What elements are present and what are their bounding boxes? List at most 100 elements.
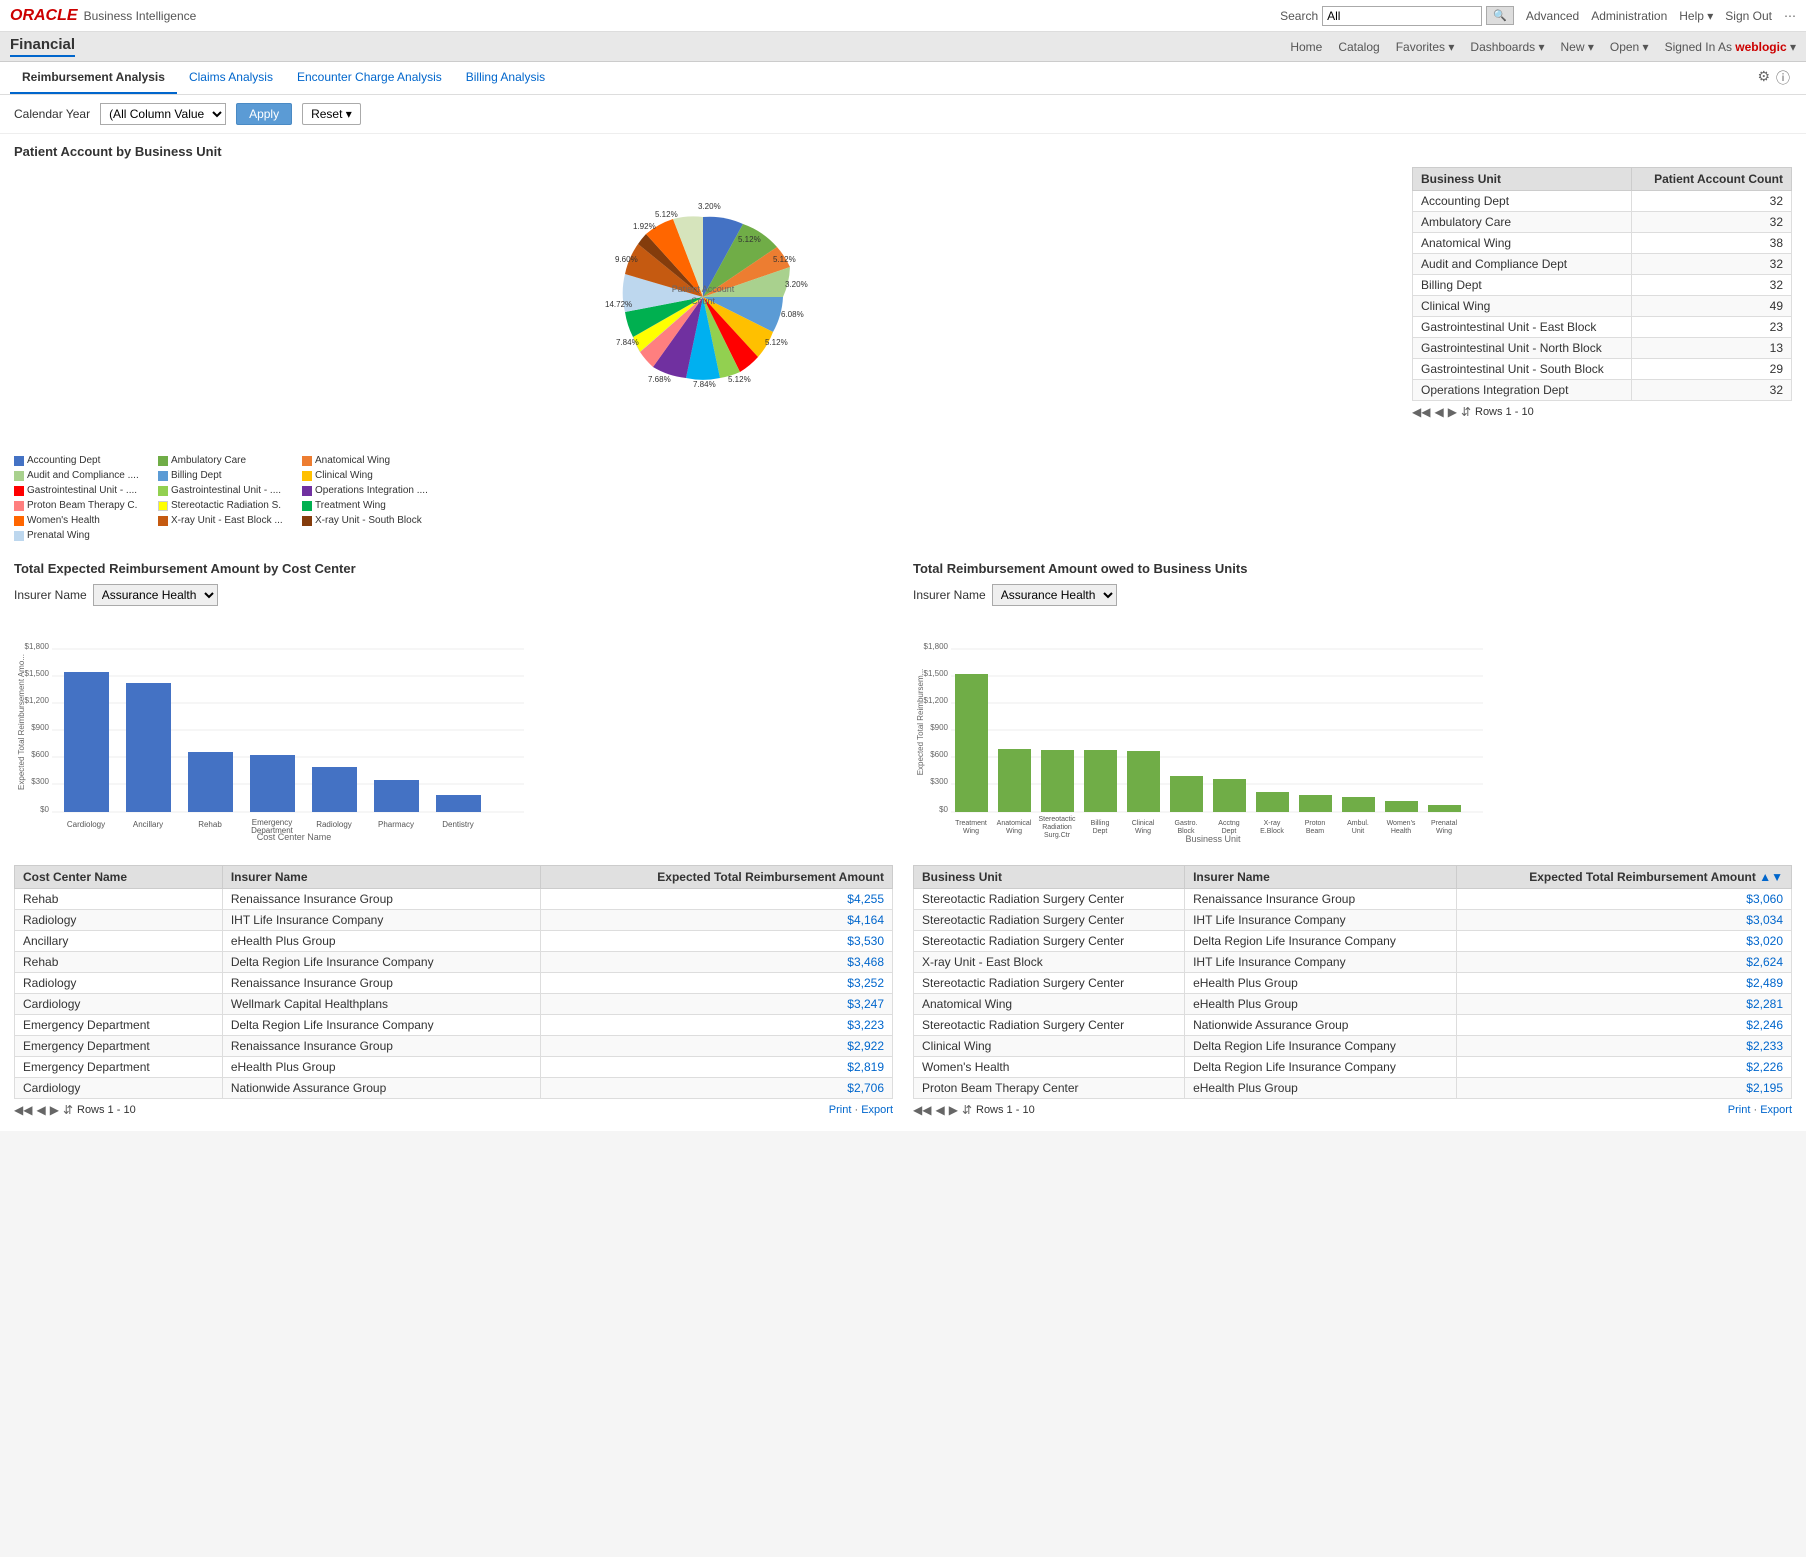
signout-link[interactable]: Sign Out bbox=[1725, 9, 1772, 23]
svg-text:5.12%: 5.12% bbox=[738, 235, 761, 244]
left-table-links: Print · Export bbox=[829, 1104, 893, 1116]
left-chart-title: Total Expected Reimbursement Amount by C… bbox=[14, 561, 893, 576]
lt-insurer-cell: IHT Life Insurance Company bbox=[222, 910, 540, 931]
search-input[interactable] bbox=[1322, 6, 1482, 26]
rt-amount-cell[interactable]: $3,034 bbox=[1456, 910, 1791, 931]
pie-chart-svg: 5.12% 5.12% 3.20% 6.08% 5.12% 5.12% 7.84… bbox=[543, 167, 863, 447]
left-export-link[interactable]: Export bbox=[861, 1104, 893, 1116]
pt-unit-cell: Gastrointestinal Unit - North Block bbox=[1413, 338, 1632, 359]
search-button[interactable]: 🔍 bbox=[1486, 6, 1514, 25]
rt-amount-cell[interactable]: $2,489 bbox=[1456, 973, 1791, 994]
legend-color-billing bbox=[158, 471, 168, 481]
left-insurer-select[interactable]: Assurance Health bbox=[93, 584, 218, 606]
right-pagination: ◀◀ ◀ ▶ ⇵ Rows 1 - 10 bbox=[913, 1103, 1035, 1117]
lt-amount-cell[interactable]: $3,530 bbox=[540, 931, 892, 952]
left-pg-next[interactable]: ▶ bbox=[50, 1103, 59, 1117]
patient-account-table: Business Unit Patient Account Count Acco… bbox=[1412, 167, 1792, 401]
open-link[interactable]: Open ▾ bbox=[1610, 40, 1649, 54]
pg-prev-icon[interactable]: ◀ bbox=[1434, 405, 1443, 419]
rt-amount-cell[interactable]: $2,246 bbox=[1456, 1015, 1791, 1036]
left-table-row: CardiologyNationwide Assurance Group$2,7… bbox=[15, 1078, 893, 1099]
lt-amount-cell[interactable]: $3,468 bbox=[540, 952, 892, 973]
lt-amount-cell[interactable]: $4,255 bbox=[540, 889, 892, 910]
tab-claims[interactable]: Claims Analysis bbox=[177, 62, 285, 94]
right-insurer-label: Insurer Name bbox=[913, 588, 986, 602]
legend-label-accounting: Accounting Dept bbox=[27, 455, 100, 466]
rt-amount-cell[interactable]: $2,281 bbox=[1456, 994, 1791, 1015]
rt-insurer-cell: eHealth Plus Group bbox=[1185, 973, 1457, 994]
lt-amount-cell[interactable]: $3,247 bbox=[540, 994, 892, 1015]
rt-unit-cell: Stereotactic Radiation Surgery Center bbox=[914, 910, 1185, 931]
home-link[interactable]: Home bbox=[1290, 40, 1322, 54]
administration-link[interactable]: Administration bbox=[1591, 9, 1667, 23]
filter-select[interactable]: (All Column Value bbox=[100, 103, 226, 125]
help-link[interactable]: Help ▾ bbox=[1679, 9, 1713, 23]
patient-table-row: Ambulatory Care32 bbox=[1413, 212, 1792, 233]
pg-next-icon[interactable]: ▶ bbox=[1448, 405, 1457, 419]
lt-cost-cell: Emergency Department bbox=[15, 1057, 223, 1078]
pt-count-cell: 32 bbox=[1632, 275, 1792, 296]
help-icon[interactable]: ⓘ bbox=[1776, 68, 1790, 88]
settings-icon[interactable]: ⚙ bbox=[1757, 68, 1770, 88]
rt-amount-cell[interactable]: $2,195 bbox=[1456, 1078, 1791, 1099]
lt-cost-cell: Radiology bbox=[15, 910, 223, 931]
left-pg-prev[interactable]: ◀ bbox=[36, 1103, 45, 1117]
bottom-section: Cost Center Name Insurer Name Expected T… bbox=[14, 865, 1792, 1121]
rt-amount-cell[interactable]: $2,624 bbox=[1456, 952, 1791, 973]
left-pagination: ◀◀ ◀ ▶ ⇵ Rows 1 - 10 bbox=[14, 1103, 136, 1117]
patient-table-row: Billing Dept32 bbox=[1413, 275, 1792, 296]
right-print-link[interactable]: Print bbox=[1728, 1104, 1751, 1116]
pie-legend: Accounting Dept Ambulatory Care Anatomic… bbox=[14, 455, 564, 541]
tab-billing[interactable]: Billing Analysis bbox=[454, 62, 557, 94]
apply-button[interactable]: Apply bbox=[236, 103, 292, 125]
lt-insurer-cell: eHealth Plus Group bbox=[222, 1057, 540, 1078]
lt-amount-cell[interactable]: $2,706 bbox=[540, 1078, 892, 1099]
lt-amount-cell[interactable]: $3,223 bbox=[540, 1015, 892, 1036]
col-business-unit: Business Unit bbox=[1413, 168, 1632, 191]
patient-table-row: Clinical Wing49 bbox=[1413, 296, 1792, 317]
lt-amount-cell[interactable]: $2,819 bbox=[540, 1057, 892, 1078]
tab-encounter[interactable]: Encounter Charge Analysis bbox=[285, 62, 454, 94]
right-pg-prev[interactable]: ◀ bbox=[935, 1103, 944, 1117]
rt-amount-cell[interactable]: $2,233 bbox=[1456, 1036, 1791, 1057]
rt-amount-cell[interactable]: $3,060 bbox=[1456, 889, 1791, 910]
svg-text:$900: $900 bbox=[31, 723, 49, 732]
svg-text:Wing: Wing bbox=[1006, 828, 1022, 835]
favorites-link[interactable]: Favorites ▾ bbox=[1396, 40, 1455, 54]
svg-text:Cardiology: Cardiology bbox=[67, 820, 105, 829]
right-insurer-select[interactable]: Assurance Health bbox=[992, 584, 1117, 606]
lt-amount-cell[interactable]: $4,164 bbox=[540, 910, 892, 931]
legend-label-billing: Billing Dept bbox=[171, 470, 222, 481]
lt-amount-cell[interactable]: $2,922 bbox=[540, 1036, 892, 1057]
lt-amount-cell[interactable]: $3,252 bbox=[540, 973, 892, 994]
right-export-link[interactable]: Export bbox=[1760, 1104, 1792, 1116]
new-link[interactable]: New ▾ bbox=[1560, 40, 1593, 54]
right-pg-first[interactable]: ◀◀ bbox=[913, 1103, 931, 1117]
svg-text:Ambul.: Ambul. bbox=[1347, 820, 1369, 827]
reset-button[interactable]: Reset ▾ bbox=[302, 103, 361, 125]
right-bar-chart-svg: Expected Total Reimbursem... $0 $300 $60… bbox=[913, 612, 1493, 842]
left-pg-sort[interactable]: ⇵ bbox=[63, 1103, 73, 1117]
left-table-row: Emergency DepartmentRenaissance Insuranc… bbox=[15, 1036, 893, 1057]
right-pg-next[interactable]: ▶ bbox=[949, 1103, 958, 1117]
patient-table-row: Accounting Dept32 bbox=[1413, 191, 1792, 212]
catalog-link[interactable]: Catalog bbox=[1338, 40, 1379, 54]
left-pg-first[interactable]: ◀◀ bbox=[14, 1103, 32, 1117]
rt-amount-cell[interactable]: $3,020 bbox=[1456, 931, 1791, 952]
tab-reimbursement[interactable]: Reimbursement Analysis bbox=[10, 62, 177, 94]
rt-amount-cell[interactable]: $2,226 bbox=[1456, 1057, 1791, 1078]
pt-count-cell: 29 bbox=[1632, 359, 1792, 380]
svg-text:Beam: Beam bbox=[1306, 828, 1324, 835]
left-print-link[interactable]: Print bbox=[829, 1104, 852, 1116]
svg-text:Patient Account: Patient Account bbox=[672, 284, 735, 294]
pg-sort-icon[interactable]: ⇵ bbox=[1461, 405, 1471, 419]
dashboards-link[interactable]: Dashboards ▾ bbox=[1470, 40, 1544, 54]
legend-clinical: Clinical Wing bbox=[302, 470, 442, 481]
advanced-link[interactable]: Advanced bbox=[1526, 9, 1579, 23]
left-bottom-table: Cost Center Name Insurer Name Expected T… bbox=[14, 865, 893, 1099]
right-pg-sort[interactable]: ⇵ bbox=[962, 1103, 972, 1117]
legend-xray-south: X-ray Unit - South Block bbox=[302, 515, 442, 526]
svg-text:Count: Count bbox=[691, 296, 716, 306]
pg-first-icon[interactable]: ◀◀ bbox=[1412, 405, 1430, 419]
left-table-row: Emergency DepartmenteHealth Plus Group$2… bbox=[15, 1057, 893, 1078]
